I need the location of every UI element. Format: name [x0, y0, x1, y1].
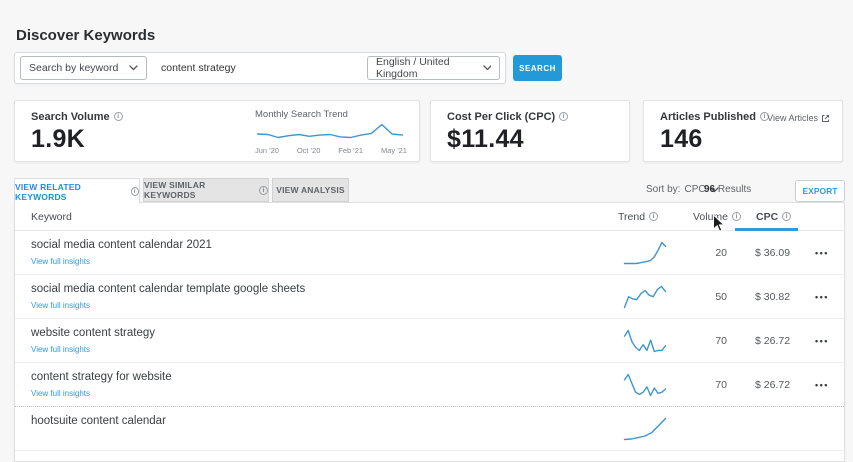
tab-view-related-keywords[interactable]: VIEW RELATED KEYWORDS [14, 178, 140, 204]
trend-sparkline [622, 284, 668, 310]
info-icon[interactable] [782, 212, 791, 221]
volume-value: 70 [677, 319, 727, 363]
monthly-trend-title: Monthly Search Trend [255, 109, 407, 120]
trend-sparkline [622, 328, 668, 354]
tab-view-similar-keywords[interactable]: VIEW SIMILAR KEYWORDS [143, 178, 269, 202]
view-full-insights-link[interactable]: View full insights [31, 389, 90, 398]
trend-x-label: Jun '20 [255, 146, 279, 155]
sort-by-label: Sort by: [646, 184, 680, 195]
info-icon[interactable] [131, 187, 139, 196]
cpc-value: $ 36.09 [755, 231, 790, 275]
sort-by-value: CPC [684, 184, 705, 195]
volume-value: 20 [677, 231, 727, 275]
table-header: Keyword Trend Volume CPC [15, 203, 844, 231]
column-header-volume[interactable]: Volume [693, 203, 741, 231]
export-button[interactable]: EXPORT [795, 180, 845, 202]
language-value: English / United Kingdom [376, 56, 483, 80]
search-input[interactable] [161, 62, 367, 74]
monthly-search-trend: Monthly Search Trend Jun '20 Oct '20 Feb… [255, 109, 407, 155]
trend-x-label: Feb '21 [338, 146, 363, 155]
table-row: hootsuite content calendar [15, 407, 844, 451]
view-articles-link[interactable]: View Articles [767, 113, 830, 123]
search-volume-card: Search Volume 1.9K Monthly Search Trend … [14, 100, 420, 162]
table-row: website content strategy View full insig… [15, 319, 844, 363]
keyword-text: hootsuite content calendar [31, 415, 166, 427]
results-count: 96 Results [704, 184, 751, 195]
keyword-text: social media content calendar template g… [31, 283, 305, 295]
monthly-trend-sparkline [255, 122, 405, 140]
trend-x-label: Oct '20 [297, 146, 321, 155]
cpc-card: Cost Per Click (CPC) $11.44 [430, 100, 630, 162]
column-header-trend[interactable]: Trend [618, 203, 658, 231]
chevron-down-icon [483, 65, 491, 71]
info-icon[interactable] [732, 212, 741, 221]
info-icon[interactable] [559, 112, 568, 121]
language-select[interactable]: English / United Kingdom [367, 56, 500, 80]
keywords-table: Keyword Trend Volume CPC social media co… [14, 202, 845, 462]
info-icon[interactable] [259, 186, 268, 195]
external-link-icon [821, 114, 830, 123]
info-icon[interactable] [649, 212, 658, 221]
volume-value: 50 [677, 275, 727, 319]
row-menu-button[interactable] [815, 231, 829, 275]
cpc-value: $11.44 [447, 125, 524, 154]
search-volume-label: Search Volume [31, 111, 123, 123]
articles-label: Articles Published [660, 111, 769, 123]
search-mode-value: Search by keyword [29, 62, 118, 74]
articles-card: Articles Published View Articles 146 [643, 100, 843, 162]
table-row: social media content calendar 2021 View … [15, 231, 844, 275]
page-title: Discover Keywords [16, 27, 155, 44]
volume-value: 70 [677, 363, 727, 407]
row-menu-button[interactable] [815, 319, 829, 363]
row-menu-button[interactable] [815, 275, 829, 319]
trend-sparkline [622, 372, 668, 398]
table-row: content strategy for website View full i… [15, 363, 844, 407]
cpc-value: $ 26.72 [755, 319, 790, 363]
view-full-insights-link[interactable]: View full insights [31, 345, 90, 354]
keyword-text: website content strategy [31, 327, 155, 339]
search-mode-select[interactable]: Search by keyword [20, 56, 147, 80]
search-bar: Search by keyword English / United Kingd… [14, 52, 506, 84]
row-menu-button[interactable] [815, 363, 829, 407]
keyword-text: content strategy for website [31, 371, 172, 383]
chevron-down-icon [129, 65, 138, 71]
column-header-cpc[interactable]: CPC [756, 203, 791, 231]
view-full-insights-link[interactable]: View full insights [31, 301, 90, 310]
trend-sparkline [622, 240, 668, 266]
trend-sparkline [622, 416, 668, 442]
cpc-value: $ 30.82 [755, 275, 790, 319]
tab-view-analysis[interactable]: VIEW ANALYSIS [272, 178, 349, 202]
cpc-label: Cost Per Click (CPC) [447, 111, 568, 123]
keyword-text: social media content calendar 2021 [31, 239, 212, 251]
cpc-value: $ 26.72 [755, 363, 790, 407]
trend-x-label: May '21 [381, 146, 407, 155]
articles-value: 146 [660, 125, 703, 154]
search-volume-value: 1.9K [31, 125, 85, 154]
info-icon[interactable] [114, 112, 123, 121]
view-full-insights-link[interactable]: View full insights [31, 257, 90, 266]
column-header-keyword[interactable]: Keyword [31, 203, 72, 231]
search-button[interactable]: SEARCH [513, 55, 562, 81]
table-row: social media content calendar template g… [15, 275, 844, 319]
